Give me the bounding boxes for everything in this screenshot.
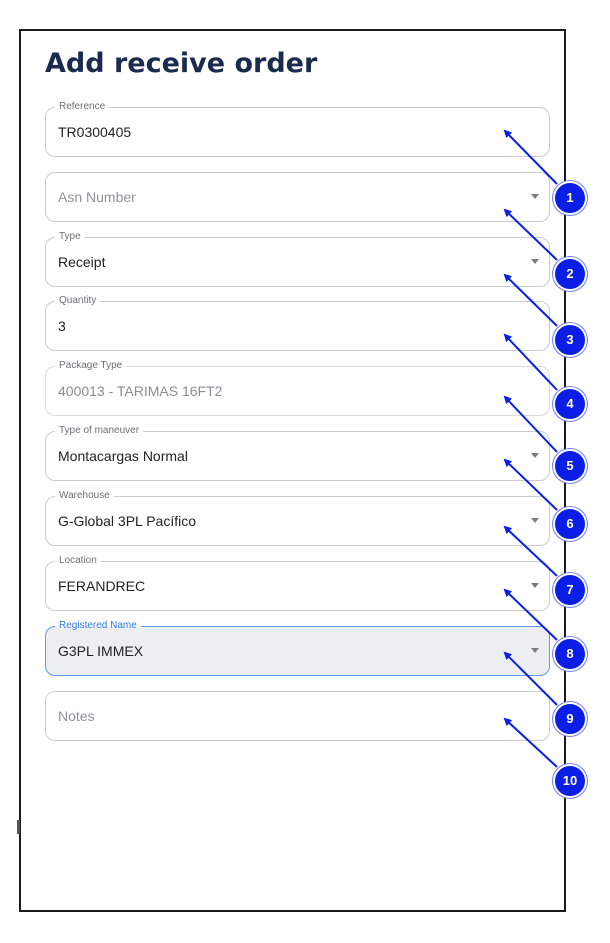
annotation-arrow-8 [503,588,558,641]
annotation-arrow-5 [503,395,558,453]
annotation-arrow-10 [503,717,558,768]
annotation-arrows [503,129,558,768]
annotation-badge-2: 2 [553,257,587,291]
annotation-badge-10: 10 [553,764,587,798]
annotation-arrow-9 [503,651,558,706]
annotation-arrow-6 [503,458,558,511]
annotation-badge-4: 4 [553,387,587,421]
annotation-arrow-4 [503,333,558,391]
annotation-arrow-1 [503,129,558,185]
annotation-badge-1: 1 [553,181,587,215]
annotation-arrow-3 [503,273,558,327]
annotation-arrow-7 [503,525,558,577]
annotation-badge-5: 5 [553,449,587,483]
annotation-arrow-2 [503,208,558,261]
annotation-badge-9: 9 [553,702,587,736]
annotation-badge-6: 6 [553,507,587,541]
annotation-badge-7: 7 [553,573,587,607]
annotation-badge-8: 8 [553,637,587,671]
annotation-badge-3: 3 [553,323,587,357]
